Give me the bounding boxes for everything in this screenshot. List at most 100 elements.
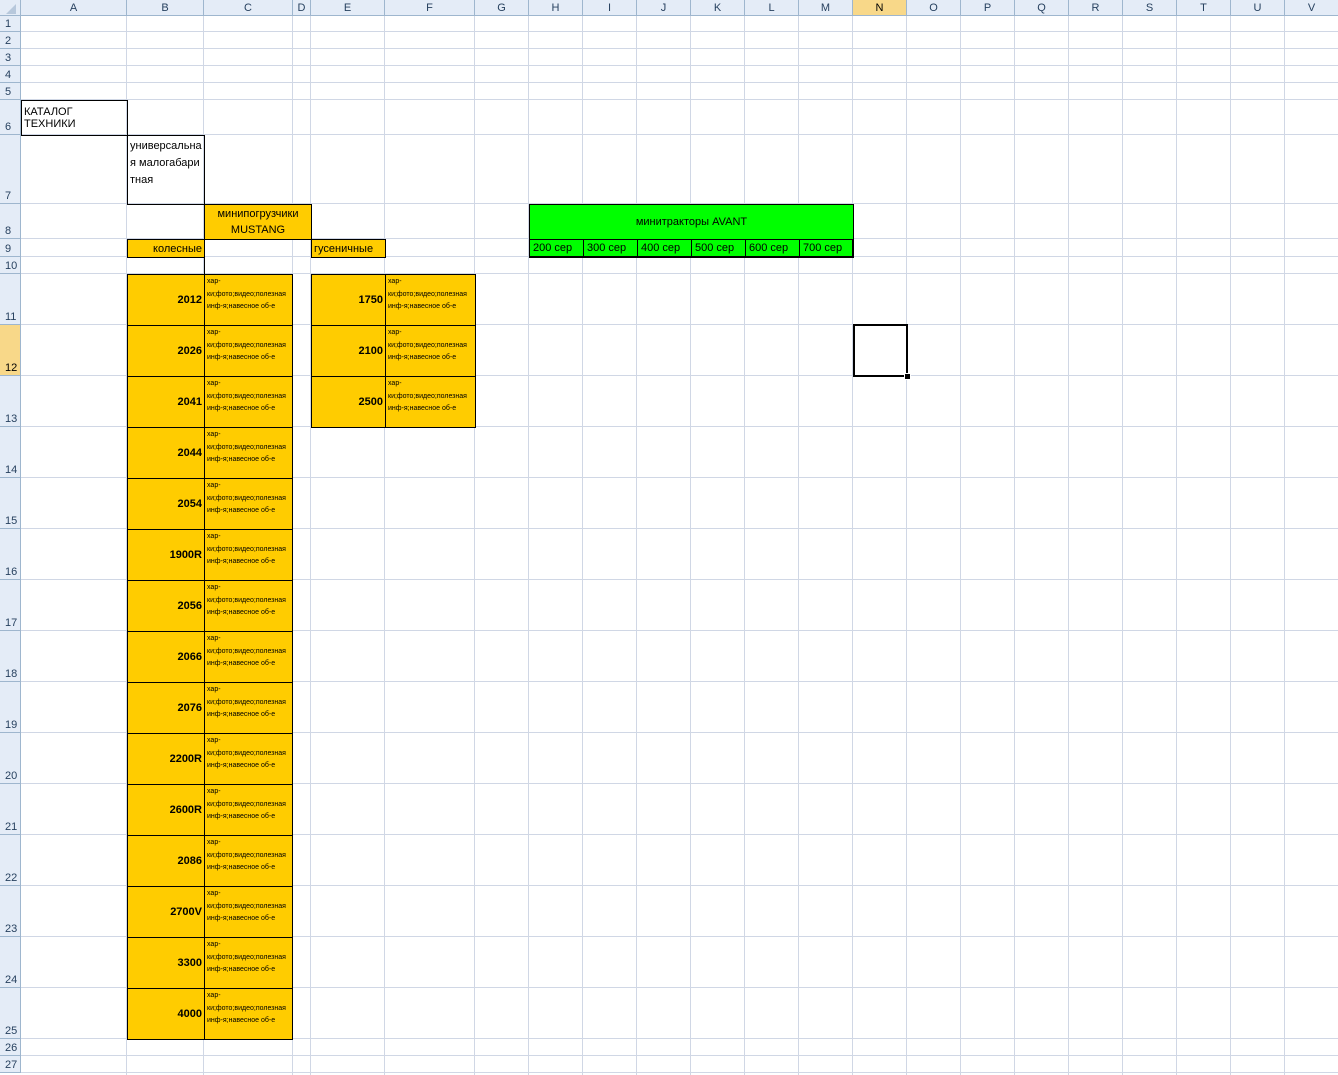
row-header-11[interactable]: 11 — [0, 274, 21, 325]
column-header-c[interactable]: C — [204, 0, 293, 16]
row-header-16[interactable]: 16 — [0, 529, 21, 580]
row-header-26[interactable]: 26 — [0, 1039, 21, 1056]
tracked-model-cell[interactable]: 2100 — [311, 325, 386, 377]
tracked-info-link[interactable]: хар-ки;фото;видео;полезная инф-я;навесно… — [385, 376, 476, 428]
column-header-m[interactable]: M — [799, 0, 853, 16]
column-header-i[interactable]: I — [583, 0, 637, 16]
wheeled-info-link[interactable]: хар-ки;фото;видео;полезная инф-я;навесно… — [204, 580, 293, 632]
avant-series-cell[interactable]: 600 сер — [745, 239, 799, 258]
wheeled-model-cell[interactable]: 2056 — [127, 580, 205, 632]
row-header-15[interactable]: 15 — [0, 478, 21, 529]
column-header-v[interactable]: V — [1285, 0, 1338, 16]
row-header-18[interactable]: 18 — [0, 631, 21, 682]
row-header-4[interactable]: 4 — [0, 66, 21, 83]
row-header-3[interactable]: 3 — [0, 49, 21, 66]
wheeled-info-link[interactable]: хар-ки;фото;видео;полезная инф-я;навесно… — [204, 631, 293, 683]
row-header-6[interactable]: 6 — [0, 100, 21, 135]
avant-series-cell[interactable]: 300 сер — [583, 239, 637, 258]
column-header-e[interactable]: E — [311, 0, 385, 16]
wheeled-model-cell[interactable]: 1900R — [127, 529, 205, 581]
row-header-9[interactable]: 9 — [0, 239, 21, 257]
column-header-p[interactable]: P — [961, 0, 1015, 16]
wheeled-info-link[interactable]: хар-ки;фото;видео;полезная инф-я;навесно… — [204, 325, 293, 377]
tracked-model-cell[interactable]: 1750 — [311, 274, 386, 326]
row-header-19[interactable]: 19 — [0, 682, 21, 733]
column-header-k[interactable]: K — [691, 0, 745, 16]
tracked-model-cell[interactable]: 2500 — [311, 376, 386, 428]
column-header-r[interactable]: R — [1069, 0, 1123, 16]
wheeled-model-cell[interactable]: 2086 — [127, 835, 205, 887]
column-header-j[interactable]: J — [637, 0, 691, 16]
row-header-12[interactable]: 12 — [0, 325, 21, 376]
active-cell-selection[interactable] — [853, 324, 908, 377]
wheeled-model-cell[interactable]: 4000 — [127, 988, 205, 1040]
avant-series-cell[interactable]: 200 сер — [529, 239, 583, 258]
wheeled-label-cell[interactable]: колесные — [127, 239, 205, 258]
wheeled-model-cell[interactable]: 2700V — [127, 886, 205, 938]
avant-series-cell[interactable]: 700 сер — [799, 239, 854, 258]
catalog-title-cell[interactable]: КАТАЛОГ ТЕХНИКИ — [21, 100, 128, 136]
avant-series-cell[interactable]: 500 сер — [691, 239, 745, 258]
column-header-a[interactable]: A — [21, 0, 127, 16]
row-header-25[interactable]: 25 — [0, 988, 21, 1039]
avant-series-cell[interactable]: 400 сер — [637, 239, 691, 258]
wheeled-model-cell[interactable]: 2066 — [127, 631, 205, 683]
wheeled-info-link[interactable]: хар-ки;фото;видео;полезная инф-я;навесно… — [204, 835, 293, 887]
row-header-27[interactable]: 27 — [0, 1056, 21, 1073]
column-header-h[interactable]: H — [529, 0, 583, 16]
column-header-l[interactable]: L — [745, 0, 799, 16]
divider-line[interactable] — [204, 239, 205, 275]
wheeled-info-link[interactable]: хар-ки;фото;видео;полезная инф-я;навесно… — [204, 682, 293, 734]
tracked-label-cell[interactable]: гусеничные — [311, 239, 386, 258]
wheeled-model-cell[interactable]: 2012 — [127, 274, 205, 326]
wheeled-info-link[interactable]: хар-ки;фото;видео;полезная инф-я;навесно… — [204, 478, 293, 530]
wheeled-info-link[interactable]: хар-ки;фото;видео;полезная инф-я;навесно… — [204, 784, 293, 836]
column-header-q[interactable]: Q — [1015, 0, 1069, 16]
row-header-5[interactable]: 5 — [0, 83, 21, 100]
wheeled-model-cell[interactable]: 3300 — [127, 937, 205, 989]
wheeled-model-cell[interactable]: 2200R — [127, 733, 205, 785]
wheeled-model-cell[interactable]: 2026 — [127, 325, 205, 377]
avant-header-cell[interactable]: минитракторы AVANT — [529, 204, 854, 240]
wheeled-info-link[interactable]: хар-ки;фото;видео;полезная инф-я;навесно… — [204, 529, 293, 581]
wheeled-info-link[interactable]: хар-ки;фото;видео;полезная инф-я;навесно… — [204, 376, 293, 428]
column-header-f[interactable]: F — [385, 0, 475, 16]
loaders-header-cell[interactable]: минипогрузчики MUSTANG — [204, 204, 312, 240]
universal-category-cell[interactable]: универсальная малогабаритная — [127, 135, 205, 205]
row-header-7[interactable]: 7 — [0, 135, 21, 204]
wheeled-model-cell[interactable]: 2076 — [127, 682, 205, 734]
select-all-corner[interactable] — [0, 0, 21, 16]
row-header-1[interactable]: 1 — [0, 16, 21, 32]
fill-handle[interactable] — [904, 373, 911, 380]
wheeled-model-cell[interactable]: 2600R — [127, 784, 205, 836]
row-header-17[interactable]: 17 — [0, 580, 21, 631]
row-header-21[interactable]: 21 — [0, 784, 21, 835]
wheeled-info-link[interactable]: хар-ки;фото;видео;полезная инф-я;навесно… — [204, 733, 293, 785]
tracked-info-link[interactable]: хар-ки;фото;видео;полезная инф-я;навесно… — [385, 325, 476, 377]
wheeled-info-link[interactable]: хар-ки;фото;видео;полезная инф-я;навесно… — [204, 886, 293, 938]
column-header-d[interactable]: D — [293, 0, 311, 16]
wheeled-model-cell[interactable]: 2041 — [127, 376, 205, 428]
row-header-14[interactable]: 14 — [0, 427, 21, 478]
column-header-s[interactable]: S — [1123, 0, 1177, 16]
row-header-8[interactable]: 8 — [0, 204, 21, 239]
row-header-20[interactable]: 20 — [0, 733, 21, 784]
column-header-o[interactable]: O — [907, 0, 961, 16]
row-header-23[interactable]: 23 — [0, 886, 21, 937]
wheeled-model-cell[interactable]: 2054 — [127, 478, 205, 530]
column-header-b[interactable]: B — [127, 0, 204, 16]
column-header-n[interactable]: N — [853, 0, 907, 16]
row-header-2[interactable]: 2 — [0, 32, 21, 49]
wheeled-info-link[interactable]: хар-ки;фото;видео;полезная инф-я;навесно… — [204, 274, 293, 326]
column-header-u[interactable]: U — [1231, 0, 1285, 16]
row-header-24[interactable]: 24 — [0, 937, 21, 988]
row-header-10[interactable]: 10 — [0, 257, 21, 274]
row-header-13[interactable]: 13 — [0, 376, 21, 427]
tracked-info-link[interactable]: хар-ки;фото;видео;полезная инф-я;навесно… — [385, 274, 476, 326]
wheeled-info-link[interactable]: хар-ки;фото;видео;полезная инф-я;навесно… — [204, 988, 293, 1040]
column-header-t[interactable]: T — [1177, 0, 1231, 16]
column-header-g[interactable]: G — [475, 0, 529, 16]
wheeled-info-link[interactable]: хар-ки;фото;видео;полезная инф-я;навесно… — [204, 427, 293, 479]
wheeled-info-link[interactable]: хар-ки;фото;видео;полезная инф-я;навесно… — [204, 937, 293, 989]
wheeled-model-cell[interactable]: 2044 — [127, 427, 205, 479]
